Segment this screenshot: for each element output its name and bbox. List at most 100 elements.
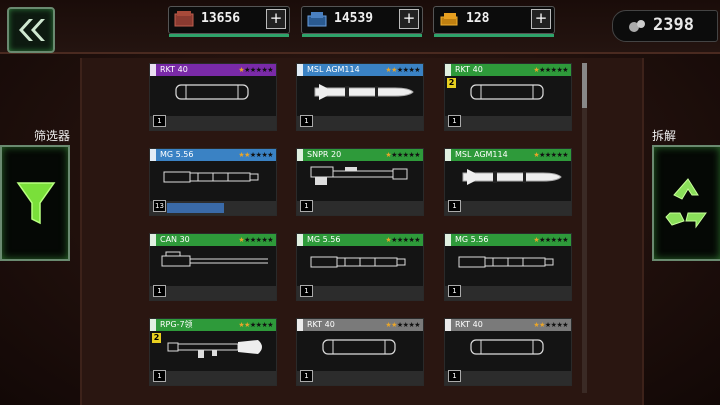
rarity-tag xyxy=(445,64,451,76)
card-header: CAN 30 ★★★★★★ xyxy=(150,234,276,246)
weapon-card[interactable]: RKT 40 ★★★★★★ 1 xyxy=(296,318,424,386)
funnel-icon xyxy=(16,182,56,225)
back-button[interactable] xyxy=(7,7,55,53)
card-footer xyxy=(150,371,276,385)
card-header: MG 5.56 ★★★★★★ xyxy=(150,149,276,161)
weapon-card[interactable]: SNPR 20 ★★★★★★ 1 xyxy=(296,148,424,216)
progress-bar xyxy=(167,203,224,213)
missile-icon xyxy=(314,84,414,100)
rpg-icon xyxy=(167,340,262,358)
weapon-name: MG 5.56 xyxy=(160,150,194,159)
quantity-badge: 1 xyxy=(448,200,461,212)
card-header: RKT 40 ★★★★★★ xyxy=(297,319,423,331)
weapon-card[interactable]: RKT 40 ★★★★★★ 1 xyxy=(149,63,277,131)
gold-add-button[interactable]: + xyxy=(531,9,551,29)
card-header: RKT 40 ★★★★★★ xyxy=(150,64,276,76)
rarity-tag xyxy=(297,64,303,76)
gold-icon xyxy=(440,13,458,26)
weapon-card[interactable]: MG 5.56 ★★★★★★ 13 xyxy=(149,148,277,216)
star-rating: ★★★★★★ xyxy=(385,236,420,244)
card-header: MSL AGM114 ★★★★★★ xyxy=(445,149,571,161)
star-rating: ★★★★★★ xyxy=(238,321,273,329)
weapon-name: MSL AGM114 xyxy=(455,150,508,159)
gold-bar xyxy=(434,34,554,37)
star-rating: ★★★★★★ xyxy=(238,151,273,159)
crate-resource: 13656 + xyxy=(168,6,290,37)
gold-resource: 128 + xyxy=(433,6,555,37)
filter-label: 筛选器 xyxy=(34,129,71,143)
weapon-name: MG 5.56 xyxy=(307,235,341,244)
scrollbar[interactable] xyxy=(582,63,587,393)
rocket-icon xyxy=(470,84,544,100)
cannon-icon xyxy=(161,251,268,267)
weapon-card[interactable]: RPG-7领 ★★★★★★ 2 1 xyxy=(149,318,277,386)
machinegun-icon xyxy=(458,256,554,268)
rocket-icon xyxy=(322,339,396,355)
rarity-tag xyxy=(445,149,451,161)
star-rating: ★★★★★★ xyxy=(533,236,568,244)
card-footer xyxy=(150,286,276,300)
weapon-card[interactable]: CAN 30 ★★★★★★ 1 xyxy=(149,233,277,301)
rarity-tag xyxy=(297,149,303,161)
star-rating: ★★★★★★ xyxy=(385,151,420,159)
rarity-tag xyxy=(297,234,303,246)
card-header: MG 5.56 ★★★★★★ xyxy=(445,234,571,246)
weapon-name: SNPR 20 xyxy=(307,150,342,159)
star-rating: ★★★★★★ xyxy=(238,66,273,74)
card-footer xyxy=(150,116,276,130)
weapon-card[interactable]: MSL AGM114 ★★★★★★ 1 xyxy=(296,63,424,131)
star-rating: ★★★★★★ xyxy=(385,321,420,329)
crate-bar xyxy=(169,34,289,37)
rocket-icon xyxy=(175,84,249,100)
card-footer xyxy=(297,201,423,215)
rocket-icon xyxy=(470,339,544,355)
card-header: MSL AGM114 ★★★★★★ xyxy=(297,64,423,76)
card-footer xyxy=(297,371,423,385)
quantity-badge: 1 xyxy=(153,285,166,297)
premium-currency: 2398 xyxy=(612,10,718,42)
crate-value: 13656 xyxy=(201,11,241,26)
metal-add-button[interactable]: + xyxy=(399,9,419,29)
star-rating: ★★★★★★ xyxy=(238,236,273,244)
quantity-badge: 1 xyxy=(153,370,166,382)
missile-icon xyxy=(462,169,562,185)
card-footer xyxy=(445,116,571,130)
weapon-name: CAN 30 xyxy=(160,235,190,244)
weapon-name: RKT 40 xyxy=(307,320,335,329)
rarity-tag xyxy=(445,319,451,331)
card-header: MG 5.56 ★★★★★★ xyxy=(297,234,423,246)
weapon-name: RKT 40 xyxy=(160,65,188,74)
card-header: RKT 40 ★★★★★★ xyxy=(445,64,571,76)
rarity-tag xyxy=(150,319,156,331)
card-footer xyxy=(297,116,423,130)
scrollbar-thumb[interactable] xyxy=(582,63,587,108)
filter-button[interactable] xyxy=(0,145,70,261)
weapon-card[interactable]: MG 5.56 ★★★★★★ 1 xyxy=(296,233,424,301)
rarity-tag xyxy=(297,319,303,331)
card-footer xyxy=(297,286,423,300)
weapon-card[interactable]: RKT 40 ★★★★★★ 2 1 xyxy=(444,63,572,131)
quantity-badge: 1 xyxy=(300,370,313,382)
star-rating: ★★★★★★ xyxy=(533,321,568,329)
card-footer xyxy=(445,286,571,300)
quantity-badge: 1 xyxy=(153,115,166,127)
weapon-card[interactable]: RKT 40 ★★★★★★ 1 xyxy=(444,318,572,386)
weapon-card[interactable]: MSL AGM114 ★★★★★★ 1 xyxy=(444,148,572,216)
star-rating: ★★★★★★ xyxy=(533,66,568,74)
recycle-icon xyxy=(665,178,707,229)
dismantle-label: 拆解 xyxy=(652,129,677,143)
premium-value: 2398 xyxy=(653,15,694,35)
card-footer xyxy=(445,201,571,215)
quantity-badge: 1 xyxy=(448,285,461,297)
quantity-badge: 13 xyxy=(153,200,166,212)
crate-add-button[interactable]: + xyxy=(266,9,286,29)
quantity-badge: 1 xyxy=(448,115,461,127)
crate-icon xyxy=(174,11,194,27)
weapon-name: RKT 40 xyxy=(455,320,483,329)
weapon-card[interactable]: MG 5.56 ★★★★★★ 1 xyxy=(444,233,572,301)
dismantle-button[interactable] xyxy=(652,145,720,261)
gem-icon xyxy=(629,20,645,32)
machinegun-icon xyxy=(310,256,406,268)
metal-resource: 14539 + xyxy=(301,6,423,37)
machinegun-icon xyxy=(163,171,259,183)
